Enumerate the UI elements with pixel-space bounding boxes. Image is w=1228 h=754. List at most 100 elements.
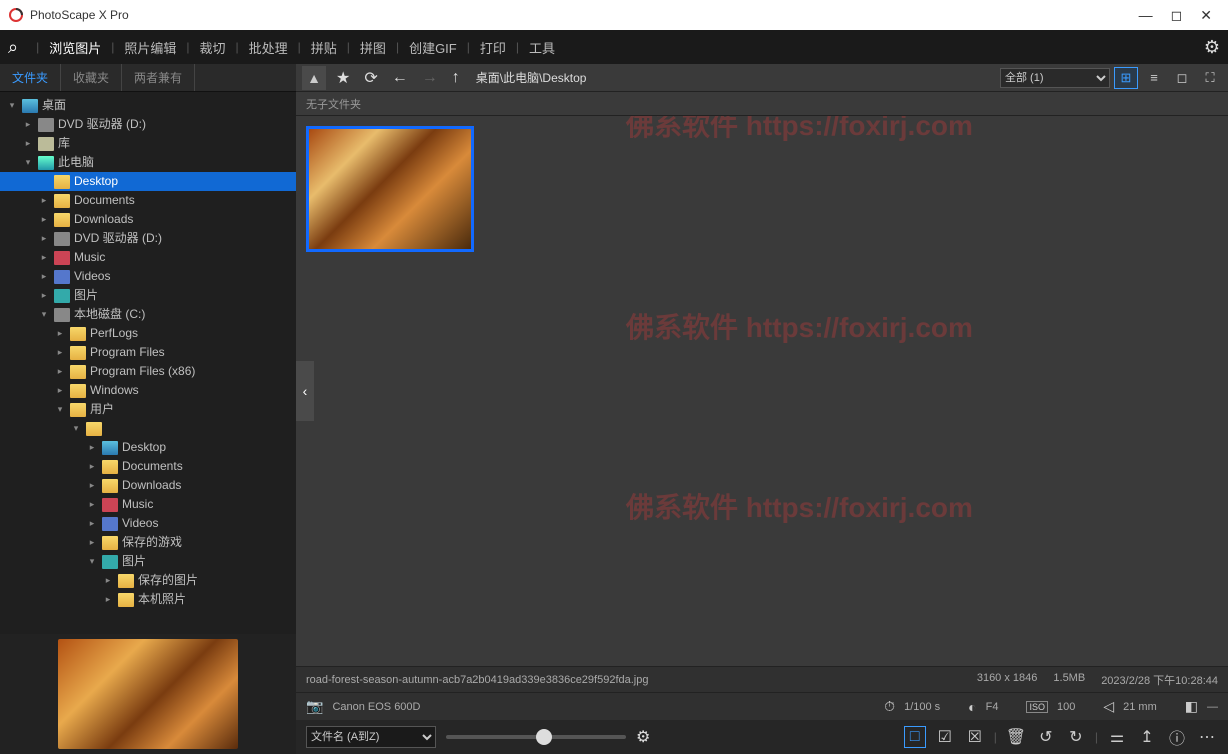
tree-row[interactable]: ▸Program Files bbox=[0, 343, 296, 362]
tree-row[interactable]: ▸Documents bbox=[0, 191, 296, 210]
image-thumbnail[interactable] bbox=[306, 126, 474, 252]
export-icon[interactable]: ↥ bbox=[1136, 727, 1158, 747]
filter-select[interactable]: 全部 (1) bbox=[1000, 68, 1110, 88]
star-icon[interactable]: ★ bbox=[332, 68, 354, 88]
tree-row[interactable]: ▸Documents bbox=[0, 457, 296, 476]
tree-expander[interactable]: ▾ bbox=[54, 400, 66, 419]
tree-expander[interactable]: ▸ bbox=[86, 476, 98, 495]
sidebar-tab-0[interactable]: 文件夹 bbox=[0, 64, 61, 91]
settings-gear-icon[interactable]: ⚙ bbox=[1204, 37, 1220, 58]
tree-expander[interactable]: ▸ bbox=[102, 571, 114, 590]
tree-expander[interactable]: ▾ bbox=[70, 419, 82, 438]
thumbnail-size-slider[interactable] bbox=[446, 735, 626, 739]
tree-row[interactable]: ▾桌面 bbox=[0, 96, 296, 115]
preview-thumbnail[interactable] bbox=[58, 639, 238, 749]
tree-row[interactable]: ▾此电脑 bbox=[0, 153, 296, 172]
tree-row[interactable]: ▾ bbox=[0, 419, 296, 438]
tree-expander[interactable]: ▸ bbox=[38, 191, 50, 210]
tree-row[interactable]: ▸Downloads bbox=[0, 210, 296, 229]
menu-item-5[interactable]: 拼图 bbox=[356, 38, 390, 57]
minimize-button[interactable]: — bbox=[1139, 7, 1153, 23]
tree-row[interactable]: ▸Windows bbox=[0, 381, 296, 400]
loupe-icon[interactable]: ⌕ bbox=[8, 37, 18, 58]
tree-expander[interactable]: ▾ bbox=[86, 552, 98, 571]
view-grid-icon[interactable]: ⊞ bbox=[1114, 67, 1138, 89]
folder-tree[interactable]: ▾桌面▸DVD 驱动器 (D:)▸库▾此电脑Desktop▸Documents▸… bbox=[0, 92, 296, 634]
info-icon[interactable]: ⓘ bbox=[1166, 725, 1188, 749]
nav-back-icon[interactable]: ← bbox=[388, 69, 412, 87]
menu-item-7[interactable]: 打印 bbox=[476, 38, 510, 57]
tree-expander[interactable]: ▸ bbox=[38, 248, 50, 267]
tree-row[interactable]: ▸本机照片 bbox=[0, 590, 296, 609]
tree-row[interactable]: ▸图片 bbox=[0, 286, 296, 305]
slider-settings-icon[interactable]: ⚙ bbox=[636, 727, 650, 747]
nav-up-icon[interactable]: ↑ bbox=[448, 69, 464, 87]
tree-row[interactable]: ▾用户 bbox=[0, 400, 296, 419]
tree-row[interactable]: ▸PerfLogs bbox=[0, 324, 296, 343]
tree-expander[interactable]: ▸ bbox=[38, 267, 50, 286]
tree-expander[interactable]: ▸ bbox=[86, 514, 98, 533]
trash-icon[interactable]: 🗑 bbox=[1005, 727, 1027, 747]
tree-expander[interactable]: ▾ bbox=[6, 96, 18, 115]
drive-icon bbox=[54, 308, 70, 322]
sort-select[interactable]: 文件名 (A到Z) bbox=[306, 726, 436, 748]
tree-row[interactable]: ▸库 bbox=[0, 134, 296, 153]
menu-item-4[interactable]: 拼贴 bbox=[307, 38, 341, 57]
tree-row[interactable]: ▸Desktop bbox=[0, 438, 296, 457]
tree-row[interactable]: ▸DVD 驱动器 (D:) bbox=[0, 229, 296, 248]
tree-row[interactable]: ▸Music bbox=[0, 495, 296, 514]
tree-row[interactable]: ▸Music bbox=[0, 248, 296, 267]
tree-expander[interactable]: ▸ bbox=[54, 362, 66, 381]
menu-item-8[interactable]: 工具 bbox=[525, 38, 559, 57]
view-fullscreen-icon[interactable]: ⛶ bbox=[1198, 67, 1222, 89]
select-mode-icon[interactable]: □ bbox=[904, 726, 926, 748]
tree-row[interactable]: ▸Videos bbox=[0, 267, 296, 286]
rotate-ccw-icon[interactable]: ↺ bbox=[1035, 727, 1057, 747]
adjust-icon[interactable]: ⚌ bbox=[1106, 727, 1128, 747]
more-icon[interactable]: ⋯ bbox=[1196, 727, 1218, 747]
maximize-button[interactable]: ◻ bbox=[1171, 7, 1183, 24]
tree-expander[interactable]: ▸ bbox=[38, 229, 50, 248]
collapse-sidebar-handle[interactable]: ‹ bbox=[296, 361, 314, 421]
close-button[interactable]: ✕ bbox=[1200, 7, 1212, 24]
tree-row[interactable]: ▸Videos bbox=[0, 514, 296, 533]
tree-row[interactable]: ▾本地磁盘 (C:) bbox=[0, 305, 296, 324]
tree-expander[interactable]: ▾ bbox=[22, 153, 34, 172]
menu-item-3[interactable]: 批处理 bbox=[245, 38, 292, 57]
tree-expander[interactable]: ▸ bbox=[102, 590, 114, 609]
view-list-icon[interactable]: ≡ bbox=[1142, 67, 1166, 89]
up-arrow-button[interactable]: ▲ bbox=[302, 66, 326, 90]
tree-expander[interactable]: ▸ bbox=[86, 495, 98, 514]
menu-item-6[interactable]: 创建GIF bbox=[405, 38, 461, 57]
sidebar-tab-2[interactable]: 两者兼有 bbox=[122, 64, 195, 91]
tree-expander[interactable]: ▸ bbox=[38, 286, 50, 305]
tree-row[interactable]: ▸保存的游戏 bbox=[0, 533, 296, 552]
refresh-icon[interactable]: ⟳ bbox=[360, 68, 381, 88]
tree-expander[interactable]: ▸ bbox=[54, 381, 66, 400]
tree-row[interactable]: ▾图片 bbox=[0, 552, 296, 571]
check-icon[interactable]: ☑ bbox=[934, 727, 956, 747]
tree-expander[interactable]: ▸ bbox=[86, 457, 98, 476]
uncheck-icon[interactable]: ☒ bbox=[964, 727, 986, 747]
tree-expander[interactable]: ▸ bbox=[38, 210, 50, 229]
tree-expander[interactable]: ▸ bbox=[22, 134, 34, 153]
tree-expander[interactable]: ▸ bbox=[54, 343, 66, 362]
tree-expander[interactable]: ▸ bbox=[22, 115, 34, 134]
menu-item-0[interactable]: 浏览图片 bbox=[45, 38, 105, 57]
breadcrumb[interactable]: 桌面\此电脑\Desktop bbox=[476, 69, 587, 86]
tree-row[interactable]: ▸Downloads bbox=[0, 476, 296, 495]
tree-expander[interactable]: ▸ bbox=[54, 324, 66, 343]
view-single-icon[interactable]: ◻ bbox=[1170, 67, 1194, 89]
tree-expander[interactable]: ▾ bbox=[38, 305, 50, 324]
tree-row[interactable]: ▸Program Files (x86) bbox=[0, 362, 296, 381]
menu-item-2[interactable]: 裁切 bbox=[196, 38, 230, 57]
rotate-cw-icon[interactable]: ↻ bbox=[1065, 727, 1087, 747]
menu-item-1[interactable]: 照片编辑 bbox=[120, 38, 180, 57]
tree-row[interactable]: ▸DVD 驱动器 (D:) bbox=[0, 115, 296, 134]
tree-row[interactable]: Desktop bbox=[0, 172, 296, 191]
sidebar-tab-1[interactable]: 收藏夹 bbox=[61, 64, 122, 91]
thumbnail-grid[interactable]: ‹ 佛系软件 https://foxirj.com 佛系软件 https://f… bbox=[296, 116, 1228, 666]
tree-expander[interactable]: ▸ bbox=[86, 533, 98, 552]
tree-expander[interactable]: ▸ bbox=[86, 438, 98, 457]
tree-row[interactable]: ▸保存的图片 bbox=[0, 571, 296, 590]
